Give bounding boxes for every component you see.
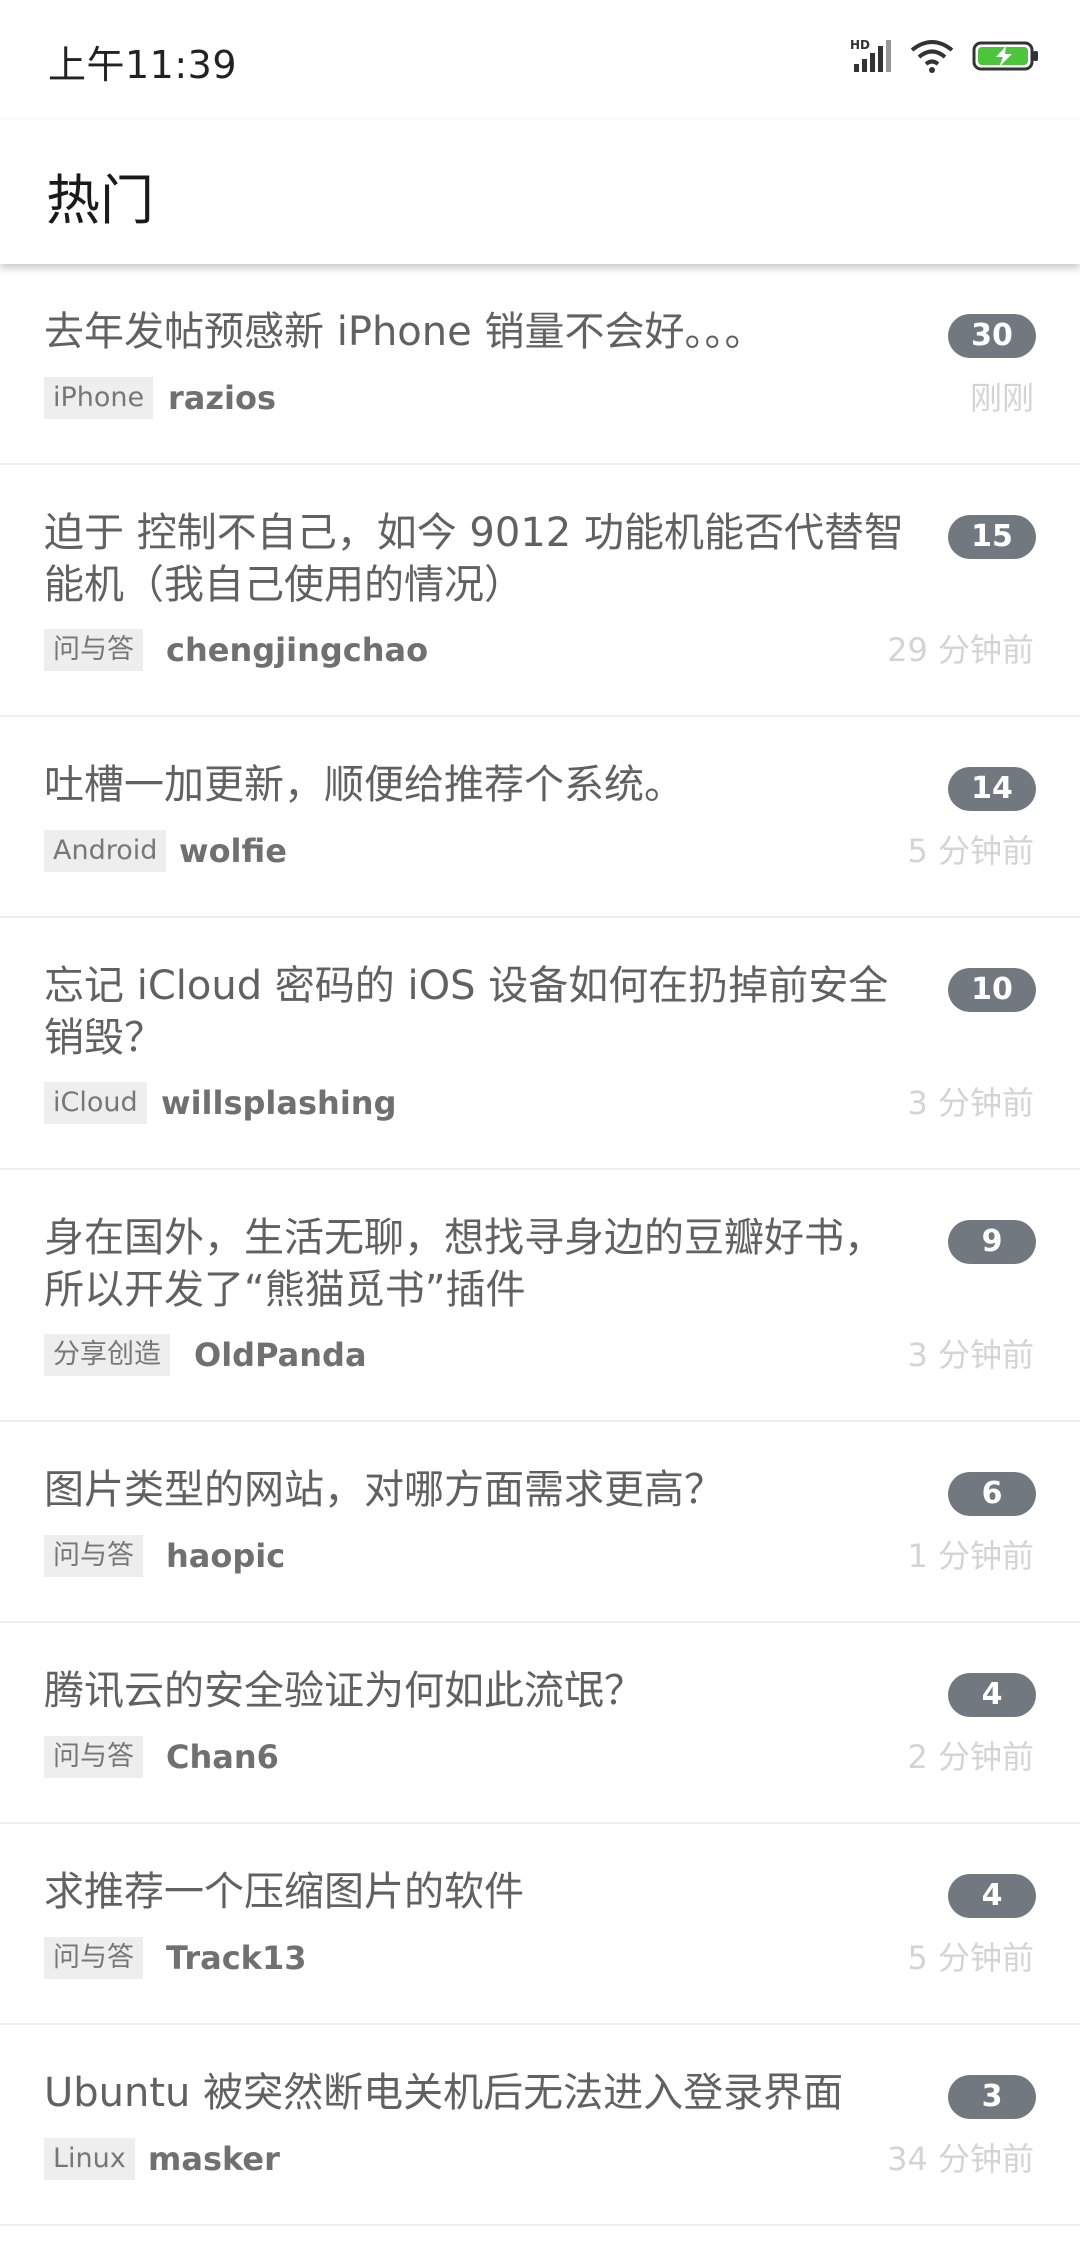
page-title: 热门 — [46, 169, 154, 232]
post-time: 5 分钟前 — [907, 1939, 1034, 1977]
post-time: 5 分钟前 — [907, 832, 1034, 870]
node-tag[interactable]: Linux — [44, 2138, 135, 2180]
author-name[interactable]: razios — [168, 377, 276, 419]
reply-count-badge: 3 — [948, 2075, 1036, 2119]
node-tag[interactable]: 问与答 — [44, 1535, 143, 1577]
post-time: 29 分钟前 — [887, 631, 1034, 669]
post-time: 1 分钟前 — [907, 1537, 1034, 1575]
hd-signal-icon: HD — [850, 38, 892, 78]
reply-count-badge: 4 — [948, 1874, 1036, 1918]
node-tag[interactable]: iCloud — [44, 1082, 147, 1124]
node-tag[interactable]: 问与答 — [44, 1937, 143, 1979]
topic-title: 图片类型的网站，对哪方面需求更高？ — [44, 1467, 724, 1513]
author-name[interactable]: chengjingchao — [166, 629, 428, 671]
topic-title: 迫于 控制不自己，如今 9012 功能机能否代替智能机（我自己使用的情况） — [44, 510, 904, 608]
battery-charging-icon — [972, 40, 1040, 76]
post-time: 3 分钟前 — [907, 1336, 1034, 1374]
topic-row[interactable]: 求推荐一个压缩图片的软件 4 问与答 Track13 5 分钟前 — [0, 1824, 1080, 2025]
topic-title: 身在国外，生活无聊，想找寻身边的豆瓣好书，所以开发了“熊猫觅书”插件 — [44, 1215, 884, 1313]
status-icons: HD — [850, 38, 1040, 78]
topic-row[interactable]: 迫于 控制不自己，如今 9012 功能机能否代替智能机（我自己使用的情况） 15… — [0, 465, 1080, 717]
reply-count-badge: 10 — [948, 968, 1036, 1012]
topic-title: Ubuntu 被突然断电关机后无法进入登录界面 — [44, 2070, 844, 2116]
author-name[interactable]: Chan6 — [166, 1736, 279, 1778]
topic-row[interactable]: 吐槽一加更新，顺便给推荐个系统。 14 Android wolfie 5 分钟前 — [0, 717, 1080, 918]
node-tag[interactable]: 分享创造 — [44, 1334, 170, 1376]
author-name[interactable]: haopic — [166, 1535, 285, 1577]
status-bar: 上午11:39 HD — [0, 0, 1080, 120]
app-bar: 热门 — [0, 120, 1080, 264]
reply-count-badge: 6 — [948, 1472, 1036, 1516]
post-time: 2 分钟前 — [907, 1738, 1034, 1776]
topic-row[interactable]: Ubuntu 被突然断电关机后无法进入登录界面 3 Linux masker 3… — [0, 2025, 1080, 2226]
node-tag[interactable]: 问与答 — [44, 629, 143, 671]
reply-count-badge: 30 — [948, 314, 1036, 358]
node-tag[interactable]: Android — [44, 830, 167, 872]
author-name[interactable]: masker — [148, 2138, 280, 2180]
topic-title: 去年发帖预感新 iPhone 销量不会好。。。 — [44, 309, 765, 355]
post-time: 34 分钟前 — [887, 2140, 1034, 2178]
topic-title: 求推荐一个压缩图片的软件 — [44, 1869, 524, 1915]
topic-row[interactable]: 去年发帖预感新 iPhone 销量不会好。。。 30 iPhone razios… — [0, 264, 1080, 465]
author-name[interactable]: Track13 — [166, 1937, 306, 1979]
topic-row[interactable]: 忘记 iCloud 密码的 iOS 设备如何在扔掉前安全销毁？ 10 iClou… — [0, 918, 1080, 1170]
topic-title: 吐槽一加更新，顺便给推荐个系统。 — [44, 762, 684, 808]
topic-row[interactable]: 腾讯云的安全验证为何如此流氓？ 4 问与答 Chan6 2 分钟前 — [0, 1623, 1080, 1824]
reply-count-badge: 14 — [948, 767, 1036, 811]
wifi-icon — [910, 38, 954, 78]
topic-row[interactable]: 图片类型的网站，对哪方面需求更高？ 6 问与答 haopic 1 分钟前 — [0, 1422, 1080, 1623]
author-name[interactable]: willsplashing — [161, 1082, 396, 1124]
post-time: 3 分钟前 — [907, 1084, 1034, 1122]
topic-row[interactable]: 身在国外，生活无聊，想找寻身边的豆瓣好书，所以开发了“熊猫觅书”插件 9 分享创… — [0, 1170, 1080, 1422]
topic-title: 忘记 iCloud 密码的 iOS 设备如何在扔掉前安全销毁？ — [44, 963, 889, 1061]
post-time: 刚刚 — [969, 379, 1034, 417]
hd-label: HD — [850, 38, 870, 52]
node-tag[interactable]: 问与答 — [44, 1736, 143, 1778]
node-tag[interactable]: iPhone — [44, 377, 154, 419]
reply-count-badge: 15 — [948, 515, 1036, 559]
author-name[interactable]: wolfie — [179, 830, 287, 872]
reply-count-badge: 9 — [948, 1220, 1036, 1264]
topic-title: 腾讯云的安全验证为何如此流氓？ — [44, 1668, 644, 1714]
author-name[interactable]: OldPanda — [194, 1334, 367, 1376]
reply-count-badge: 4 — [948, 1673, 1036, 1717]
status-time: 上午11:39 — [48, 43, 238, 87]
topic-list: 去年发帖预感新 iPhone 销量不会好。。。 30 iPhone razios… — [0, 264, 1080, 2226]
